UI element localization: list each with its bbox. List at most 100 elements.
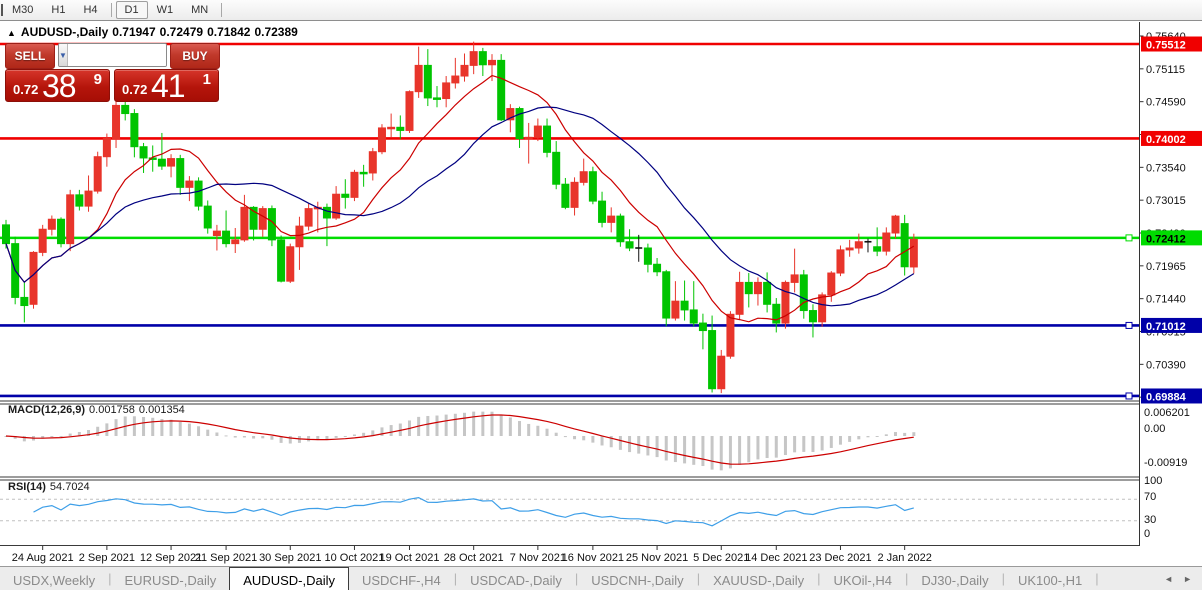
tab-eurusd-daily[interactable]: EURUSD-,Daily [112,567,230,590]
macd-histogram-bar [527,423,531,436]
macd-histogram-bar [352,434,356,436]
timeframe-toolbar: M30 H1 H4 D1 W1 MN [0,0,1202,21]
date-tick-label: 2 Jan 2022 [877,552,931,564]
chart-header: ▲ AUDUSD-,Daily 0.71947 0.72479 0.71842 0.723… [7,25,302,39]
price-level-badge-label: 0.75512 [1146,40,1186,52]
tab-uk100-h1[interactable]: UK100-,H1 [1005,567,1095,590]
tab-audusd-daily[interactable]: AUDUSD-,Daily [229,567,349,590]
candle-body [396,126,405,131]
price-level-badge-label: 0.69884 [1146,391,1187,403]
tab-usdcad-daily[interactable]: USDCAD-,Daily [457,567,575,590]
macd-histogram-bar [334,436,338,438]
macd-histogram-bar [536,425,540,436]
date-tick-label: 12 Sep 2021 [140,552,202,564]
toolbar-separator [221,3,223,17]
macd-indicator-label: MACD(12,26,9) 0.001758 0.001354 [8,404,185,416]
tab-scroll-left-icon[interactable]: ◄ [1164,574,1173,584]
candle-body [84,190,93,207]
tab-usdx-weekly[interactable]: USDX,Weekly [0,567,108,590]
candle-body [432,97,441,100]
macd-histogram-bar [151,417,155,436]
candle-body [368,151,377,174]
macd-histogram-bar [508,417,512,436]
macd-histogram-bar [68,433,72,436]
timeframe-button-mn[interactable]: MN [182,1,217,19]
candle-body [194,180,203,207]
tab-scroll-right-icon[interactable]: ► [1183,574,1192,584]
tab-usdchf-h4[interactable]: USDCHF-,H4 [349,567,454,590]
tab-usdcnh-daily[interactable]: USDCNH-,Daily [578,567,696,590]
macd-histogram-bar [618,436,622,450]
macd-histogram-bar [582,436,586,441]
volume-input[interactable] [67,44,166,66]
level-line-handle[interactable] [1125,234,1133,242]
macd-histogram-bar [472,411,476,436]
macd-histogram-bar [59,436,63,437]
macd-histogram-bar [197,426,201,436]
timeframe-button-w1[interactable]: W1 [148,1,183,19]
candle-body [854,241,863,249]
sell-button[interactable]: SELL [5,43,55,69]
candle-body [726,313,735,357]
volume-decrease-button[interactable]: ▼ [59,44,68,66]
macd-histogram-bar [673,436,677,463]
candle-body [552,151,561,185]
macd-histogram-bar [169,419,173,436]
macd-histogram-bar [96,426,100,436]
macd-histogram-bar [114,419,118,436]
tab-ukoil-h4[interactable]: UKOil-,H4 [820,567,905,590]
tab-separator: | [1095,571,1099,586]
ohlc-high: 0.72479 [159,25,204,39]
tab-dj30-daily[interactable]: DJ30-,Daily [908,567,1001,590]
buy-price-box[interactable]: 0.72 41 1 [114,68,219,104]
macd-histogram-bar [756,436,760,460]
timeframe-button-d1[interactable]: D1 [115,1,148,19]
buy-price-pip: 1 [202,71,211,88]
date-tick-label: 28 Oct 2021 [444,552,504,564]
candle-body [836,249,845,274]
macd-histogram-bar [233,436,237,438]
collapse-icon[interactable]: ▲ [7,28,16,38]
tab-xauusd-daily[interactable]: XAUUSD-,Daily [700,567,817,590]
macd-histogram-bar [261,436,265,439]
date-tick-label: 25 Nov 2021 [626,552,688,564]
chart-tab-bar: USDX,Weekly | EURUSD-,Daily AUDUSD-,Daily US… [0,566,1202,590]
macd-histogram-bar [783,436,787,456]
indicator-axis-label: 100 [1144,475,1162,487]
candle-body [708,330,717,390]
macd-histogram-bar [692,436,696,465]
price-level-badge-label: 0.71012 [1146,321,1186,333]
candle-body [653,263,662,273]
candle-body [212,230,221,237]
buy-button[interactable]: BUY [170,43,220,69]
macd-histogram-bar [903,432,907,436]
level-line-handle[interactable] [1125,392,1133,400]
date-tick-label: 10 Oct 2021 [324,552,384,564]
macd-histogram-bar [499,415,503,436]
candle-body [57,218,66,245]
candle-body [460,64,469,77]
timeframe-button-h1[interactable]: H1 [42,1,74,19]
date-tick-label: 14 Dec 2021 [745,552,807,564]
price-level-badge-label: 0.74002 [1146,134,1186,146]
level-line-handle[interactable] [1125,321,1133,329]
macd-histogram-bar [664,436,668,461]
macd-histogram-bar [389,425,393,436]
macd-main-value: 0.001758 [89,404,135,416]
one-click-trading-panel: SELL ▼ ▲ BUY 0.72 38 9 0.72 41 1 [5,43,220,104]
candle-body [607,215,616,223]
sell-price-box[interactable]: 0.72 38 9 [5,68,110,104]
candle-body [662,271,671,319]
price-tick-label: 0.73540 [1146,162,1186,174]
candle-body [882,232,891,252]
macd-histogram-bar [573,436,577,440]
candle-body [341,193,350,198]
macd-histogram-bar [884,434,888,436]
candle-body [2,224,10,245]
macd-histogram-bar [765,436,769,459]
timeframe-button-h4[interactable]: H4 [74,1,106,19]
candle-body [900,223,909,268]
indicator-axis-label: 0.00 [1144,423,1165,435]
macd-histogram-bar [600,436,604,446]
timeframe-button-m30[interactable]: M30 [3,1,42,19]
